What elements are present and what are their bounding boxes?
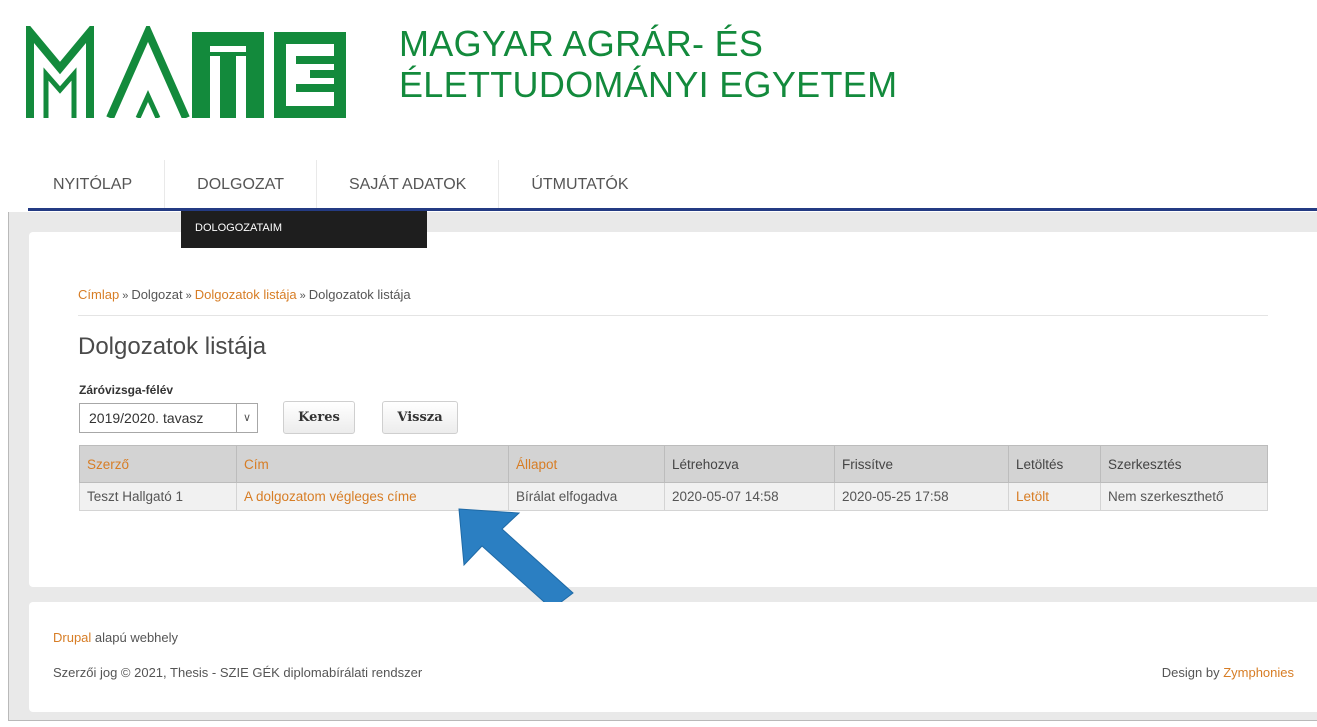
copyright-text: Szerzői jog © 2021, Thesis - SZIE GÉK di…: [53, 665, 423, 680]
chevron-down-icon[interactable]: ∨: [236, 404, 257, 432]
breadcrumb-separator: »: [299, 290, 306, 302]
main-nav: NYITÓLAP DOLGOZAT SAJÁT ADATOK ÚTMUTATÓK: [27, 160, 661, 209]
breadcrumb-separator: »: [122, 290, 129, 302]
search-button[interactable]: Keres: [283, 401, 355, 434]
submenu-item-dolgozataim[interactable]: DOLOGOZATAIM: [181, 211, 427, 248]
nav-item-dolgozat[interactable]: DOLGOZAT: [165, 160, 317, 209]
cell-letrehozva: 2020-05-07 14:58: [664, 482, 835, 511]
breadcrumb-separator: »: [185, 290, 192, 302]
semester-select-value: 2019/2020. tavasz: [89, 410, 204, 426]
design-credit: Design by Zymphonies: [1162, 665, 1294, 680]
page-title: Dolgozatok listája: [78, 333, 267, 360]
filter-label: Záróvizsga-félév: [79, 383, 174, 397]
breadcrumb-link-dolgozatok-listaja[interactable]: Dolgozatok listája: [195, 287, 297, 302]
arrow-up-left-icon: [458, 508, 574, 610]
column-header-szerkesztes: Szerkesztés: [1100, 445, 1268, 483]
breadcrumb-divider: [78, 315, 1268, 316]
semester-select[interactable]: 2019/2020. tavasz ∨: [79, 403, 258, 433]
breadcrumb-item-current: Dolgozatok listája: [308, 287, 411, 302]
nav-item-sajat-adatok[interactable]: SAJÁT ADATOK: [317, 160, 500, 209]
column-header-letoltes: Letöltés: [1008, 445, 1101, 483]
cell-szerkesztes: Nem szerkeszthető: [1100, 482, 1268, 511]
site-name-line1: MAGYAR AGRÁR- ÉS: [399, 23, 764, 64]
cell-szerzo: Teszt Hallgató 1: [79, 482, 237, 511]
back-button[interactable]: Vissza: [382, 401, 458, 434]
mate-logo[interactable]: [24, 26, 354, 118]
breadcrumb-link-cimlap[interactable]: Címlap: [78, 287, 119, 302]
nav-item-nyitolap[interactable]: NYITÓLAP: [27, 160, 166, 209]
table-header-row: Szerző Cím Állapot Létrehozva Frissítve …: [79, 445, 1268, 483]
column-header-cim[interactable]: Cím: [236, 445, 509, 483]
breadcrumb-item-dolgozat: Dolgozat: [131, 287, 183, 302]
thesis-table: Szerző Cím Állapot Létrehozva Frissítve …: [79, 445, 1268, 511]
drupal-link[interactable]: Drupal: [53, 630, 91, 645]
design-credit-prefix: Design by: [1161, 665, 1224, 680]
site-footer: Drupal alapú webhely Szerzői jog © 2021,…: [29, 602, 1317, 712]
powered-by: Drupal alapú webhely: [53, 630, 178, 645]
site-name[interactable]: MAGYAR AGRÁR- ÉS ÉLETTUDOMÁNYI EGYETEM: [399, 23, 897, 105]
column-header-frissitve: Frissítve: [834, 445, 1009, 483]
table-row: Teszt Hallgató 1 A dolgozatom végleges c…: [79, 482, 1268, 511]
column-header-allapot[interactable]: Állapot: [508, 445, 665, 483]
breadcrumb: Címlap» Dolgozat» Dolgozatok listája» Dolgo…: [78, 287, 411, 302]
powered-by-text: alapú webhely: [91, 630, 179, 645]
site-name-line2: ÉLETTUDOMÁNYI EGYETEM: [399, 64, 898, 105]
cell-frissitve: 2020-05-25 17:58: [834, 482, 1009, 511]
column-header-szerzo[interactable]: Szerző: [79, 445, 237, 483]
zymphonies-link[interactable]: Zymphonies: [1223, 665, 1294, 680]
column-header-letrehozva: Létrehozva: [664, 445, 835, 483]
cell-letoltes-link[interactable]: Letölt: [1008, 482, 1101, 511]
nav-item-utmutatok[interactable]: ÚTMUTATÓK: [499, 160, 660, 209]
